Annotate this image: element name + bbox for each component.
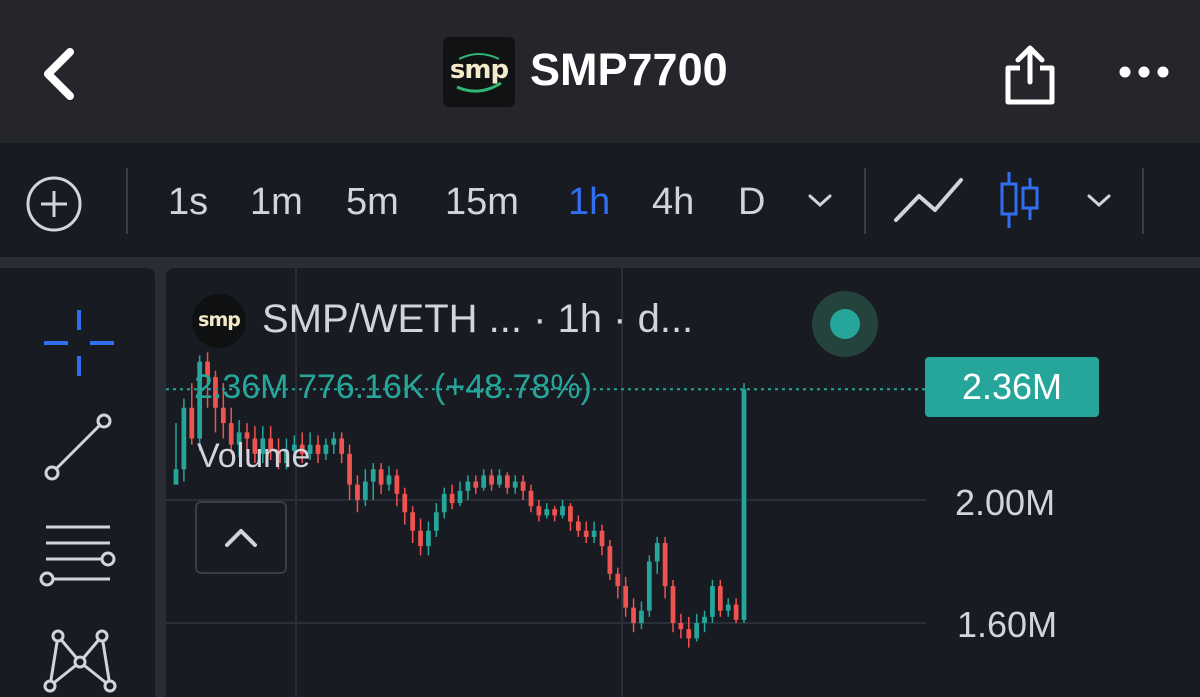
candle-body bbox=[662, 543, 668, 587]
candle-body bbox=[568, 506, 573, 522]
candlestick-chart-icon[interactable] bbox=[998, 170, 1042, 230]
candle-body bbox=[433, 512, 439, 531]
candle-body bbox=[481, 475, 487, 488]
candle-body bbox=[323, 444, 329, 454]
timeframe-d[interactable]: D bbox=[738, 181, 765, 224]
timeframe-1h[interactable]: 1h bbox=[568, 181, 610, 224]
candle-body bbox=[710, 586, 715, 617]
candle-body bbox=[418, 530, 423, 547]
timeframe-dropdown-chevron-icon[interactable] bbox=[806, 192, 834, 210]
collapse-legend-button[interactable] bbox=[195, 501, 287, 574]
last-price-tag: 2.36M bbox=[925, 357, 1099, 417]
candle-body bbox=[615, 573, 621, 587]
add-indicator-icon[interactable] bbox=[24, 174, 84, 234]
pair-interval: · 1h · d... bbox=[522, 297, 694, 341]
token-logo-text: smp bbox=[449, 55, 509, 85]
timeframe-15m[interactable]: 15m bbox=[445, 181, 519, 224]
candle-body bbox=[497, 475, 502, 485]
candle-body bbox=[473, 481, 479, 488]
candle-body bbox=[591, 530, 597, 537]
candle-body bbox=[489, 475, 494, 485]
candle-body bbox=[441, 493, 447, 513]
candle-body bbox=[173, 469, 179, 485]
candle-body bbox=[520, 481, 526, 491]
candle-body bbox=[528, 490, 534, 507]
pair-name: SMP/WETH ... bbox=[262, 297, 522, 341]
fib-retracement-icon[interactable] bbox=[38, 523, 118, 587]
candle-body bbox=[702, 616, 707, 623]
candle-body bbox=[599, 530, 605, 547]
candle-body bbox=[410, 512, 416, 531]
candle-body bbox=[552, 509, 558, 516]
token-logo: smp bbox=[443, 37, 515, 107]
candle-body bbox=[465, 481, 471, 491]
y-axis-tick-label: 2.00M bbox=[955, 482, 1056, 523]
candle-body bbox=[560, 506, 565, 516]
candle-body bbox=[717, 586, 723, 611]
candle-body bbox=[678, 623, 684, 630]
y-axis-tick-label: 1.60M bbox=[957, 604, 1058, 645]
candle-body bbox=[362, 481, 368, 500]
candle-body bbox=[347, 453, 352, 485]
candle-body bbox=[355, 484, 360, 500]
chevron-up-icon bbox=[225, 529, 257, 547]
trend-line-icon[interactable] bbox=[42, 413, 114, 481]
live-status-indicator bbox=[812, 291, 878, 357]
share-icon[interactable] bbox=[1002, 44, 1058, 106]
timeframe-4h[interactable]: 4h bbox=[652, 181, 694, 224]
candle-body bbox=[402, 493, 408, 513]
chart-type-dropdown-chevron-icon[interactable] bbox=[1085, 192, 1113, 210]
pattern-tool-icon[interactable] bbox=[40, 628, 118, 694]
candle-body bbox=[181, 407, 187, 470]
candle-body bbox=[639, 610, 644, 623]
candle-body bbox=[646, 561, 652, 611]
timeframe-1m[interactable]: 1m bbox=[250, 181, 303, 224]
pair-logo: smp bbox=[192, 294, 246, 348]
candle-body bbox=[583, 530, 589, 537]
candle-body bbox=[315, 444, 321, 454]
toolbar-divider bbox=[1142, 168, 1144, 234]
candle-body bbox=[370, 469, 376, 482]
candle-body bbox=[378, 469, 384, 485]
candle-body bbox=[536, 506, 542, 516]
candle-body bbox=[331, 438, 337, 445]
candle-body bbox=[339, 438, 345, 454]
candle-body bbox=[189, 407, 195, 439]
candle-body bbox=[449, 493, 455, 504]
timeframe-1s[interactable]: 1s bbox=[168, 181, 208, 224]
line-chart-icon[interactable] bbox=[893, 176, 965, 224]
candle-body bbox=[741, 389, 747, 620]
toolbar-divider bbox=[126, 168, 128, 234]
page-title: SMP7700 bbox=[530, 44, 728, 95]
candle-body bbox=[394, 475, 400, 494]
timeframe-5m[interactable]: 5m bbox=[346, 181, 399, 224]
crosshair-icon[interactable] bbox=[42, 308, 116, 378]
candle-body bbox=[623, 586, 629, 608]
live-dot bbox=[830, 309, 860, 339]
candle-body bbox=[654, 543, 660, 562]
toolbar-divider bbox=[864, 168, 866, 234]
candle-body bbox=[457, 490, 463, 504]
pair-title[interactable]: SMP/WETH ... · 1h · d... bbox=[262, 297, 693, 342]
more-options-icon[interactable] bbox=[1118, 64, 1170, 80]
candle-body bbox=[220, 407, 226, 424]
candle-body bbox=[725, 604, 731, 611]
candle-body bbox=[512, 481, 518, 488]
candle-body bbox=[686, 629, 692, 639]
ohlc-values: 2.36M 776.16K (+48.78%) bbox=[194, 368, 592, 406]
candle-body bbox=[670, 586, 676, 623]
candle-body bbox=[694, 623, 700, 639]
candle-body bbox=[504, 475, 510, 488]
candle-body bbox=[386, 475, 392, 485]
pair-logo-text: smp bbox=[198, 309, 241, 331]
candle-body bbox=[544, 509, 550, 516]
candle-body bbox=[631, 607, 636, 623]
volume-label: Volume bbox=[197, 437, 311, 475]
candle-body bbox=[426, 530, 431, 547]
candle-body bbox=[575, 521, 581, 531]
back-arrow-icon[interactable] bbox=[38, 46, 82, 102]
candle-body bbox=[733, 604, 739, 620]
candle-body bbox=[607, 546, 613, 574]
